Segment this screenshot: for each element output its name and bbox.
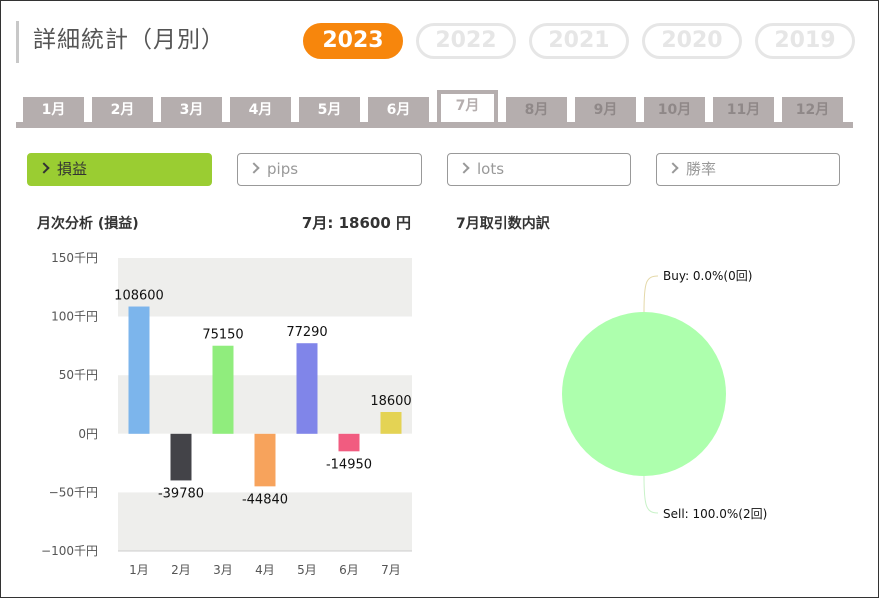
tab-month-3[interactable]: 3月 <box>161 97 222 123</box>
year-button-2019[interactable]: 2019 <box>755 23 855 59</box>
bar-value-label: 77290 <box>286 325 327 340</box>
tab-month-9[interactable]: 9月 <box>575 97 636 123</box>
bar-7月[interactable] <box>380 412 402 434</box>
pie-label-sell: Sell: 100.0%(2回) <box>663 507 767 521</box>
year-selector: 2023 2022 2021 2020 2019 <box>303 23 855 59</box>
tab-month-8[interactable]: 8月 <box>506 97 567 123</box>
bar-value-label: 108600 <box>114 289 164 304</box>
metric-label: pips <box>267 160 299 178</box>
chevron-right-icon <box>38 162 50 174</box>
grid-band <box>118 375 412 434</box>
y-tick-label: 150千円 <box>51 251 98 265</box>
year-button-2023[interactable]: 2023 <box>303 23 403 59</box>
metric-button-lots[interactable]: lots <box>447 153 631 186</box>
y-tick-label: −50千円 <box>49 485 98 499</box>
tab-month-11[interactable]: 11月 <box>713 97 774 123</box>
trade-breakdown-pie-chart: Buy: 0.0%(0回) Sell: 100.0%(2回) <box>562 269 767 521</box>
bar-value-label: 18600 <box>370 394 411 409</box>
metric-button-pips[interactable]: pips <box>237 153 422 186</box>
page-title: 詳細統計（月別） <box>16 21 225 63</box>
y-tick-label: 0円 <box>78 427 98 441</box>
tab-month-6[interactable]: 6月 <box>368 97 429 123</box>
metric-label: 損益 <box>57 160 88 178</box>
x-tick-label: 3月 <box>213 563 233 577</box>
chevron-right-icon <box>248 162 260 174</box>
bar-value-label: -14950 <box>326 457 372 472</box>
chevron-right-icon <box>667 162 679 174</box>
bar-6月[interactable] <box>338 433 360 452</box>
tab-month-1[interactable]: 1月 <box>23 97 84 123</box>
x-tick-label: 2月 <box>171 563 191 577</box>
metric-button-profit[interactable]: 損益 <box>27 153 212 186</box>
x-tick-label: 1月 <box>129 563 149 577</box>
bar-value-label: -39780 <box>158 486 204 501</box>
y-tick-label: −100千円 <box>41 544 98 558</box>
pie-slice[interactable] <box>562 312 726 476</box>
metric-button-winrate[interactable]: 勝率 <box>656 153 840 186</box>
pie-connector <box>643 275 659 313</box>
month-tab-underline <box>16 122 853 128</box>
year-button-2022[interactable]: 2022 <box>416 23 516 59</box>
tab-month-5[interactable]: 5月 <box>299 97 360 123</box>
month-total: 7月: 18600 円 <box>301 214 411 232</box>
tab-month-4[interactable]: 4月 <box>230 97 291 123</box>
bar-3月[interactable] <box>212 345 234 434</box>
bar-value-label: -44840 <box>242 492 288 507</box>
year-button-2021[interactable]: 2021 <box>529 23 629 59</box>
monthly-analysis-title: 月次分析 (損益) <box>37 216 139 232</box>
monthly-profit-bar-chart: 150千円 100千円 50千円 0円 −50千円 −100千円 108600 1月 -3978… <box>41 251 412 577</box>
chevron-right-icon <box>458 162 470 174</box>
tab-month-12[interactable]: 12月 <box>782 97 843 123</box>
metric-label: 勝率 <box>686 160 717 178</box>
metric-label: lots <box>477 160 505 178</box>
bar-4月[interactable] <box>254 433 276 487</box>
trade-breakdown-title: 7月取引数内訳 <box>456 216 550 232</box>
y-tick-label: 50千円 <box>59 368 98 382</box>
month-tabs: 1月 2月 3月 4月 5月 6月 7月 8月 9月 10月 11月 12月 <box>23 89 843 123</box>
bar-value-label: 75150 <box>202 328 243 343</box>
x-tick-label: 4月 <box>255 563 275 577</box>
tab-month-10[interactable]: 10月 <box>644 97 705 123</box>
tab-month-7[interactable]: 7月 <box>437 90 498 123</box>
bar-2月[interactable] <box>170 433 192 481</box>
x-tick-label: 7月 <box>381 563 401 577</box>
bar-5月[interactable] <box>296 343 318 434</box>
tab-month-2[interactable]: 2月 <box>92 97 153 123</box>
x-tick-label: 6月 <box>339 563 359 577</box>
stats-panel: 詳細統計（月別） 2023 2022 2021 2020 2019 1月 2月 3月 4月 5月… <box>0 0 879 598</box>
x-tick-label: 5月 <box>297 563 317 577</box>
year-button-2020[interactable]: 2020 <box>642 23 742 59</box>
pie-connector <box>643 475 659 514</box>
grid-band <box>118 258 412 317</box>
y-tick-label: 100千円 <box>51 310 98 324</box>
grid-band <box>118 316 412 376</box>
pie-label-buy: Buy: 0.0%(0回) <box>663 269 752 283</box>
bar-1月[interactable] <box>128 306 150 434</box>
